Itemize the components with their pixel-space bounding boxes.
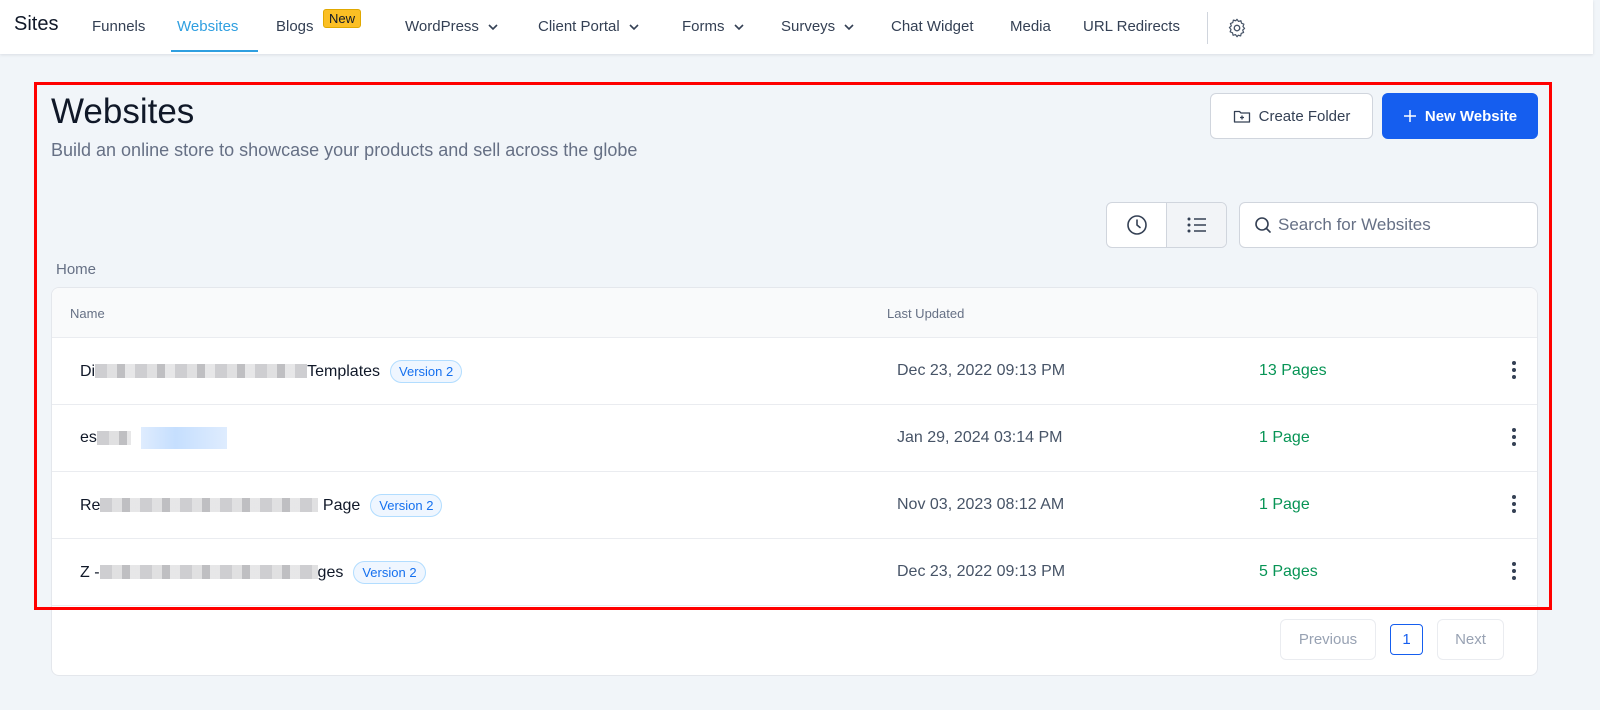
last-updated: Jan 29, 2024 03:14 PM <box>897 429 1063 446</box>
nav-label: Forms <box>682 18 725 35</box>
gear-icon[interactable] <box>1226 17 1248 39</box>
nav-divider <box>1207 12 1208 44</box>
version-badge: Version 2 <box>353 561 426 584</box>
more-vertical-icon[interactable] <box>1504 358 1524 382</box>
nav-label: Surveys <box>781 18 836 35</box>
nav-label: Websites <box>177 18 239 35</box>
websites-table: Name Last Updated Di Templates Version 2 … <box>51 287 1538 676</box>
redacted-text <box>100 498 319 513</box>
page-count[interactable]: 1 Page <box>1259 496 1310 514</box>
name-text: Di <box>80 362 96 380</box>
table-row[interactable]: Z - ges Version 2 Dec 23, 2022 09:13 PM 5… <box>52 539 1537 606</box>
next-page-button[interactable]: Next <box>1437 619 1504 660</box>
nav-label: Media <box>1010 18 1051 35</box>
chevron-down-icon <box>733 23 744 30</box>
nav-surveys[interactable]: Surveys <box>781 18 854 35</box>
nav-websites[interactable]: Websites <box>177 18 238 35</box>
last-updated: Dec 23, 2022 09:13 PM <box>897 563 1066 580</box>
chevron-down-icon <box>844 23 854 30</box>
last-updated: Nov 03, 2023 08:12 AM <box>897 496 1065 513</box>
new-website-label: New Website <box>1424 107 1518 125</box>
last-updated: Dec 23, 2022 09:13 PM <box>897 362 1066 379</box>
list-icon <box>1187 217 1206 233</box>
list-view-button[interactable] <box>1166 203 1226 247</box>
active-tab-indicator <box>171 50 258 52</box>
nav-label: Funnels <box>92 18 146 35</box>
website-name[interactable]: Re Page Version 2 <box>80 494 443 517</box>
website-name[interactable]: Z - ges Version 2 <box>80 561 426 584</box>
folder-plus-icon <box>1233 110 1250 123</box>
nav-forms[interactable]: Forms <box>682 18 744 35</box>
nav-client-portal[interactable]: Client Portal <box>538 18 639 35</box>
table-row[interactable]: es Jan 29, 2024 03:14 PM 1 Page <box>52 405 1537 472</box>
plus-icon <box>1403 110 1416 122</box>
clock-icon <box>1126 215 1147 235</box>
nav-label: Blogs <box>276 18 314 35</box>
nav-media[interactable]: Media <box>1010 18 1051 35</box>
name-text: Z - <box>80 563 100 581</box>
nav-url-redirects[interactable]: URL Redirects <box>1083 18 1180 35</box>
column-header-last-updated: Last Updated <box>887 306 965 321</box>
name-text: Page <box>322 496 361 514</box>
create-folder-button[interactable]: Create Folder <box>1210 93 1373 139</box>
name-text: Re <box>80 496 101 514</box>
name-text: Templates <box>307 362 381 380</box>
nav-funnels[interactable]: Funnels <box>92 18 145 35</box>
more-vertical-icon[interactable] <box>1504 492 1524 516</box>
version-badge: Version 2 <box>370 494 443 517</box>
table-header: Name Last Updated <box>52 288 1537 338</box>
top-navigation: Sites Funnels Websites Blogs New WordPre… <box>0 0 1593 54</box>
more-vertical-icon[interactable] <box>1504 559 1524 583</box>
redacted-text <box>96 430 131 445</box>
more-vertical-icon[interactable] <box>1504 425 1524 449</box>
nav-chat-widget[interactable]: Chat Widget <box>891 18 974 35</box>
nav-wordpress[interactable]: WordPress <box>405 18 498 35</box>
nav-blogs[interactable]: Blogs <box>276 18 314 35</box>
nav-label: Chat Widget <box>891 18 974 35</box>
table-row[interactable]: Di Templates Version 2 Dec 23, 2022 09:13… <box>52 338 1537 405</box>
website-name[interactable]: Di Templates Version 2 <box>80 360 463 383</box>
search-input[interactable] <box>1278 215 1528 235</box>
redacted-text <box>95 364 308 379</box>
table-row[interactable]: Re Page Version 2 Nov 03, 2023 08:12 AM … <box>52 472 1537 539</box>
page-count[interactable]: 13 Pages <box>1259 362 1327 380</box>
nav-label: Client Portal <box>538 18 620 35</box>
page-subtitle: Build an online store to showcase your p… <box>51 140 638 160</box>
website-name[interactable]: es <box>80 427 227 449</box>
nav-label: URL Redirects <box>1083 18 1180 35</box>
redacted-text <box>99 565 318 580</box>
page-number-button[interactable]: 1 <box>1390 624 1423 655</box>
previous-page-button[interactable]: Previous <box>1280 619 1376 660</box>
redacted-badge <box>140 427 227 449</box>
new-website-button[interactable]: New Website <box>1382 93 1538 139</box>
page-title: Websites <box>51 92 195 131</box>
recent-view-button[interactable] <box>1107 203 1166 247</box>
chevron-down-icon <box>629 23 639 30</box>
page-count[interactable]: 1 Page <box>1259 429 1310 447</box>
name-text: es <box>80 429 97 446</box>
brand-title: Sites <box>14 13 59 35</box>
version-badge: Version 2 <box>390 360 463 383</box>
search-box <box>1239 202 1538 248</box>
create-folder-label: Create Folder <box>1258 107 1351 125</box>
view-toggle <box>1106 202 1227 248</box>
chevron-down-icon <box>488 23 498 30</box>
name-text: ges <box>317 563 344 581</box>
nav-label: WordPress <box>405 18 479 35</box>
column-header-name: Name <box>70 306 105 321</box>
search-icon <box>1255 217 1271 233</box>
new-badge: New <box>323 9 362 28</box>
page-count[interactable]: 5 Pages <box>1259 563 1318 581</box>
breadcrumb-home[interactable]: Home <box>56 261 96 278</box>
